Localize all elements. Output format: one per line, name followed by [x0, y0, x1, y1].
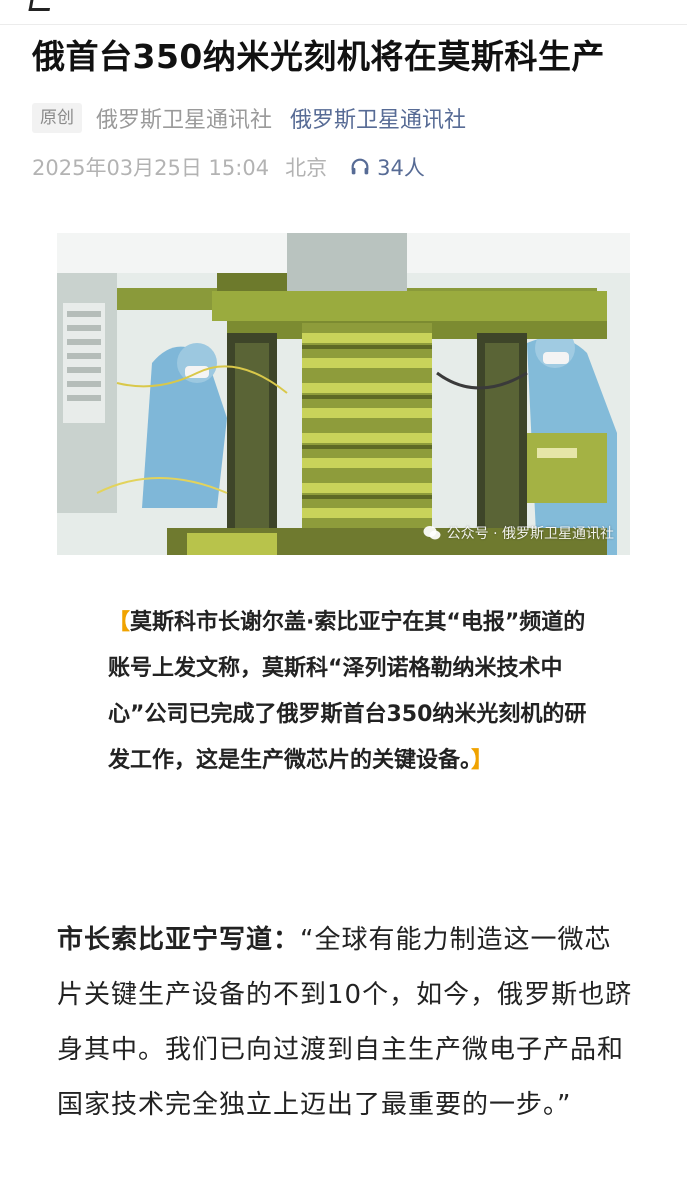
back-icon[interactable] [28, 0, 53, 11]
publish-info: 2025年03月25日 15:04 北京 34人 [32, 150, 425, 184]
article-photo: 公众号 · 俄罗斯卫星通讯社 [57, 233, 630, 555]
publish-location: 北京 [285, 156, 328, 180]
summary-quote: 【莫斯科市长谢尔盖·索比亚宁在其“电报”频道的账号上发文称，莫斯科“泽列诺格勒纳… [108, 600, 588, 784]
image-watermark: 公众号 · 俄罗斯卫星通讯社 [423, 523, 614, 543]
headphones-icon [351, 158, 369, 175]
article-meta: 原创 俄罗斯卫星通讯社 俄罗斯卫星通讯社 [32, 100, 466, 136]
account-link[interactable]: 俄罗斯卫星通讯社 [290, 102, 466, 134]
paragraph-lead: 市长索比亚宁写道： [57, 925, 301, 955]
quote-open-bracket: 【 [108, 610, 131, 635]
top-bar [0, 0, 687, 25]
publish-date: 2025年03月25日 15:04 [32, 156, 270, 180]
author-name: 俄罗斯卫星通讯社 [96, 108, 273, 133]
wechat-icon [423, 526, 441, 540]
watermark-text: 公众号 · 俄罗斯卫星通讯社 [446, 526, 614, 542]
listener-count: 34人 [377, 156, 425, 180]
listen-button[interactable]: 34人 [349, 152, 425, 182]
original-badge: 原创 [32, 103, 82, 133]
quote-text: 莫斯科市长谢尔盖·索比亚宁在其“电报”频道的账号上发文称，莫斯科“泽列诺格勒纳米… [108, 610, 587, 773]
article-title: 俄首台350纳米光刻机将在莫斯科生产 [32, 37, 605, 76]
quote-close-bracket: 】 [471, 748, 494, 773]
body-paragraph: 市长索比亚宁写道：“全球有能力制造这一微芯片关键生产设备的不到10个，如今，俄罗… [57, 913, 637, 1133]
